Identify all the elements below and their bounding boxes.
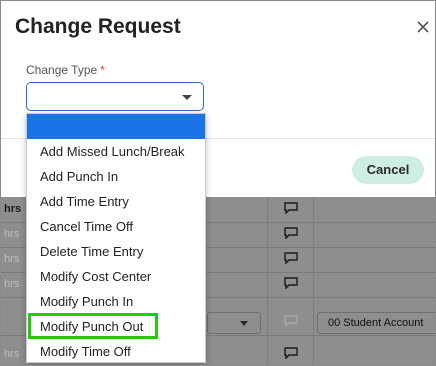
option-add-punch-in[interactable]: Add Punch In bbox=[27, 164, 205, 189]
comment-icon[interactable] bbox=[284, 315, 298, 327]
change-type-select[interactable] bbox=[26, 82, 204, 111]
comment-icon[interactable] bbox=[284, 347, 298, 359]
option-add-missed-lunch-break[interactable]: Add Missed Lunch/Break bbox=[27, 139, 205, 164]
required-mark: * bbox=[100, 63, 105, 77]
cancel-button[interactable]: Cancel bbox=[352, 156, 424, 184]
hours-label: hrs bbox=[4, 278, 20, 290]
close-icon[interactable] bbox=[413, 17, 433, 37]
hours-label: hrs bbox=[4, 203, 22, 215]
hours-label: hrs bbox=[4, 348, 20, 360]
comment-icon[interactable] bbox=[284, 252, 298, 264]
comment-icon[interactable] bbox=[284, 202, 298, 214]
hours-label: hrs bbox=[4, 253, 20, 265]
change-type-label: Change Type * bbox=[26, 63, 105, 77]
chevron-down-icon bbox=[240, 321, 248, 326]
comment-icon[interactable] bbox=[284, 227, 298, 239]
hours-label: hrs bbox=[4, 228, 20, 240]
option-modify-time-off[interactable]: Modify Time Off bbox=[27, 339, 205, 364]
dialog-title: Change Request bbox=[15, 15, 181, 38]
change-type-label-text: Change Type bbox=[26, 63, 98, 77]
option-cancel-time-off[interactable]: Cancel Time Off bbox=[27, 214, 205, 239]
change-request-dialog: hrs hrs hrs hrs 00 Student Account hrs C… bbox=[0, 0, 436, 366]
background-select[interactable] bbox=[207, 312, 261, 334]
option-add-time-entry[interactable]: Add Time Entry bbox=[27, 189, 205, 214]
option-modify-punch-in[interactable]: Modify Punch In bbox=[27, 289, 205, 314]
chevron-down-icon bbox=[182, 95, 192, 100]
change-type-dropdown: Add Missed Lunch/Break Add Punch In Add … bbox=[26, 113, 206, 363]
option-modify-cost-center[interactable]: Modify Cost Center bbox=[27, 264, 205, 289]
account-select[interactable]: 00 Student Account bbox=[317, 312, 435, 334]
option-blank[interactable] bbox=[27, 114, 205, 139]
option-delete-time-entry[interactable]: Delete Time Entry bbox=[27, 239, 205, 264]
option-modify-punch-out[interactable]: Modify Punch Out bbox=[27, 314, 205, 339]
comment-icon[interactable] bbox=[284, 277, 298, 289]
